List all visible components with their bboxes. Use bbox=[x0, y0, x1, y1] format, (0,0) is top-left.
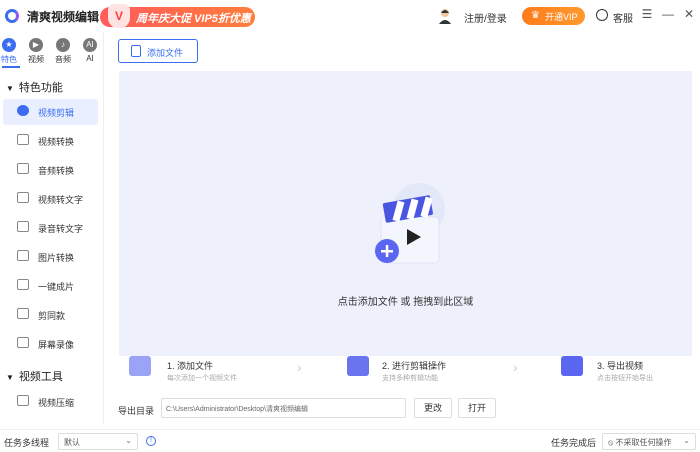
step-title: 2. 进行剪辑操作 bbox=[382, 361, 447, 371]
category-tab-featured[interactable]: ★ 特色 bbox=[0, 38, 20, 65]
sidebar-item-label: 视频压缩 bbox=[38, 398, 75, 408]
video-edit-icon bbox=[17, 105, 29, 116]
chevron-down-icon: ⌄ bbox=[125, 436, 132, 445]
vip-button[interactable]: ♛ 开通VIP bbox=[522, 7, 585, 25]
edit-step-icon bbox=[347, 356, 369, 376]
drop-zone[interactable]: 点击添加文件 或 拖拽到此区域 bbox=[119, 71, 692, 356]
video-convert-icon bbox=[17, 134, 29, 145]
after-task-label: 任务完成后 bbox=[551, 438, 597, 448]
threads-label: 任务多线程 bbox=[4, 438, 50, 448]
chevron-right-icon: › bbox=[513, 359, 518, 375]
main-panel: 添加文件 点击添加文件 或 拖拽到此区域 1. 添加文件 每次添加一个视频文件 … bbox=[105, 32, 700, 424]
sidebar-item-label: 视频转换 bbox=[38, 137, 75, 147]
section-featured[interactable]: ▼ 特色功能 bbox=[6, 79, 63, 95]
steps-bar: 1. 添加文件 每次添加一个视频文件 › 2. 进行剪辑操作 支持多种剪辑功能 … bbox=[119, 356, 692, 388]
one-click-icon bbox=[17, 279, 29, 290]
category-label: 音频 bbox=[55, 55, 71, 64]
image-convert-icon bbox=[17, 250, 29, 261]
sidebar-item-audio-convert[interactable]: 音频转换 bbox=[3, 157, 98, 183]
crown-icon: ♛ bbox=[531, 10, 540, 21]
template-icon bbox=[17, 308, 29, 319]
category-label: 视频 bbox=[28, 55, 44, 64]
audio-convert-icon bbox=[17, 163, 29, 174]
threads-select-value: 默认 bbox=[64, 438, 80, 447]
after-task-select[interactable]: ⦸ 不采取任何操作 ⌄ bbox=[602, 433, 696, 450]
collapse-triangle-icon: ▼ bbox=[6, 84, 14, 93]
export-path-input[interactable]: C:\Users\Administrator\Desktop\清爽视频编辑 bbox=[161, 398, 406, 418]
menu-icon[interactable]: ☰ bbox=[640, 7, 654, 21]
add-file-icon bbox=[131, 45, 141, 57]
clapperboard-illustration bbox=[375, 183, 445, 264]
after-task-value: 不采取任何操作 bbox=[615, 438, 672, 447]
step-desc: 每次添加一个视频文件 bbox=[167, 375, 237, 382]
category-tab-audio[interactable]: ♪ 音频 bbox=[52, 38, 74, 65]
service-icon[interactable] bbox=[596, 9, 608, 21]
step-title: 1. 添加文件 bbox=[167, 361, 214, 371]
chevron-right-icon: › bbox=[297, 359, 302, 375]
sidebar-item-image-convert[interactable]: 图片转换 bbox=[3, 244, 98, 270]
category-tab-ai[interactable]: AI AI bbox=[79, 38, 101, 63]
app-title: 清爽视频编辑 bbox=[27, 10, 100, 24]
section-title: 视频工具 bbox=[18, 371, 63, 383]
bottom-bar: 任务多线程 默认 ⌄ ! 任务完成后 ⦸ 不采取任何操作 ⌄ bbox=[0, 429, 700, 452]
add-file-button[interactable]: 添加文件 bbox=[118, 39, 198, 63]
collapse-triangle-icon: ▼ bbox=[6, 373, 14, 382]
promo-text: 周年庆大促 VIP5折优惠 bbox=[136, 13, 251, 25]
minimize-icon[interactable]: — bbox=[661, 7, 675, 21]
vip-button-label: 开通VIP bbox=[545, 12, 578, 22]
section-video-tools[interactable]: ▼ 视频工具 bbox=[6, 368, 63, 384]
sidebar-item-video-edit[interactable]: 视频剪辑 bbox=[3, 99, 98, 125]
audio-icon: ♪ bbox=[56, 38, 70, 52]
active-tab-indicator bbox=[2, 66, 20, 68]
sidebar-item-video-compress[interactable]: 视频压缩 bbox=[3, 389, 98, 415]
step-title: 3. 导出视频 bbox=[597, 361, 644, 371]
add-file-step-icon bbox=[129, 356, 151, 376]
sidebar-item-label: 录音转文字 bbox=[38, 224, 84, 234]
open-dir-button[interactable]: 打开 bbox=[458, 398, 496, 418]
promo-banner[interactable]: V 周年庆大促 VIP5折优惠 bbox=[100, 4, 255, 28]
sidebar-item-audio-to-text[interactable]: 录音转文字 bbox=[3, 215, 98, 241]
change-dir-button[interactable]: 更改 bbox=[414, 398, 452, 418]
category-label: AI bbox=[86, 54, 94, 63]
step-desc: 支持多种剪辑功能 bbox=[382, 375, 438, 382]
chevron-down-icon: ⌄ bbox=[683, 436, 690, 445]
sidebar-item-label: 视频转文字 bbox=[38, 195, 84, 205]
add-file-label: 添加文件 bbox=[147, 48, 184, 58]
step-desc: 点击按钮开始导出 bbox=[597, 375, 653, 382]
ai-icon: AI bbox=[83, 38, 97, 52]
close-icon[interactable]: ✕ bbox=[682, 7, 696, 21]
sidebar: ★ 特色 ▶ 视频 ♪ 音频 AI AI ▼ 特色功能 视频剪辑 视频转换 音频转… bbox=[0, 32, 104, 424]
video-to-text-icon bbox=[17, 192, 29, 203]
info-icon[interactable]: ! bbox=[146, 436, 156, 446]
category-label: 特色 bbox=[1, 55, 17, 64]
threads-select[interactable]: 默认 ⌄ bbox=[58, 433, 138, 450]
sidebar-item-label: 音频转换 bbox=[38, 166, 75, 176]
sidebar-item-video-convert[interactable]: 视频转换 bbox=[3, 128, 98, 154]
sidebar-item-screen-record[interactable]: 屏幕录像 bbox=[3, 331, 98, 357]
app-logo-icon bbox=[5, 9, 19, 23]
sidebar-item-template[interactable]: 剪同款 bbox=[3, 302, 98, 328]
export-dir-label: 导出目录 bbox=[118, 406, 155, 416]
service-link[interactable]: 客服 bbox=[613, 10, 633, 25]
sidebar-item-label: 剪同款 bbox=[38, 311, 66, 321]
section-title: 特色功能 bbox=[18, 82, 63, 94]
video-icon: ▶ bbox=[29, 38, 43, 52]
sidebar-item-one-click[interactable]: 一键成片 bbox=[3, 273, 98, 299]
video-compress-icon bbox=[17, 395, 29, 406]
sidebar-item-video-to-text[interactable]: 视频转文字 bbox=[3, 186, 98, 212]
title-bar: 清爽视频编辑 V 周年庆大促 VIP5折优惠 注册/登录 ♛ 开通VIP 客服 … bbox=[0, 0, 700, 32]
login-link[interactable]: 注册/登录 bbox=[464, 10, 507, 25]
vip-badge-icon: V bbox=[108, 4, 130, 28]
screen-record-icon bbox=[17, 337, 29, 348]
sidebar-item-label: 屏幕录像 bbox=[38, 340, 75, 350]
export-step-icon bbox=[561, 356, 583, 376]
drop-zone-text: 点击添加文件 或 拖拽到此区域 bbox=[337, 297, 474, 308]
user-avatar-icon[interactable] bbox=[438, 8, 452, 24]
sidebar-item-label: 图片转换 bbox=[38, 253, 75, 263]
category-tab-video[interactable]: ▶ 视频 bbox=[25, 38, 47, 65]
star-icon: ★ bbox=[2, 38, 16, 52]
sidebar-item-label: 一键成片 bbox=[38, 282, 75, 292]
sidebar-item-label: 视频剪辑 bbox=[38, 108, 75, 118]
audio-to-text-icon bbox=[17, 221, 29, 232]
